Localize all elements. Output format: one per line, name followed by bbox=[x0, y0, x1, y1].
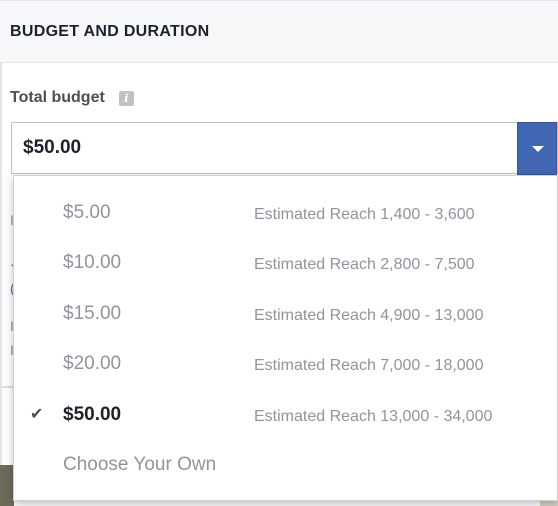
total-budget-label-row: Total budget i bbox=[10, 89, 134, 107]
total-budget-select[interactable]: $50.00 bbox=[11, 122, 558, 175]
checkmark-icon: ✔ bbox=[30, 406, 44, 423]
budget-dropdown-menu: $5.00 Estimated Reach 1,400 - 3,600 $10.… bbox=[13, 175, 558, 501]
background-divider bbox=[0, 386, 14, 388]
budget-option[interactable]: $10.00 Estimated Reach 2,800 - 7,500 bbox=[14, 238, 558, 288]
budget-option[interactable]: $5.00 Estimated Reach 1,400 - 3,600 bbox=[14, 188, 558, 238]
choose-your-own-option[interactable]: Choose Your Own bbox=[14, 440, 558, 490]
budget-option[interactable]: $15.00 Estimated Reach 4,900 - 13,000 bbox=[14, 289, 558, 339]
chevron-down-icon[interactable] bbox=[517, 122, 557, 175]
budget-option[interactable]: $20.00 Estimated Reach 7,000 - 18,000 bbox=[14, 339, 558, 389]
budget-option-price: $5.00 bbox=[63, 202, 111, 223]
choose-your-own-label: Choose Your Own bbox=[63, 454, 217, 475]
left-border bbox=[0, 0, 2, 506]
background-image-fragment bbox=[0, 465, 14, 506]
budget-option-reach: Estimated Reach 13,000 - 34,000 bbox=[254, 408, 493, 425]
budget-option-price: $50.00 bbox=[63, 404, 122, 425]
budget-option-price: $20.00 bbox=[63, 353, 122, 374]
budget-option-selected[interactable]: ✔ $50.00 Estimated Reach 13,000 - 34,000 bbox=[14, 390, 558, 440]
budget-option-reach: Estimated Reach 4,900 - 13,000 bbox=[254, 307, 484, 324]
section-header: BUDGET AND DURATION bbox=[0, 0, 558, 63]
budget-option-reach: Estimated Reach 1,400 - 3,600 bbox=[254, 206, 475, 223]
budget-option-price: $10.00 bbox=[63, 252, 122, 273]
total-budget-label: Total budget bbox=[10, 89, 105, 106]
budget-option-reach: Estimated Reach 2,800 - 7,500 bbox=[254, 256, 475, 273]
info-icon[interactable]: i bbox=[118, 90, 134, 106]
selected-budget-value: $50.00 bbox=[23, 137, 82, 158]
budget-option-reach: Estimated Reach 7,000 - 18,000 bbox=[254, 357, 484, 374]
budget-option-price: $15.00 bbox=[63, 303, 122, 324]
section-title: BUDGET AND DURATION bbox=[10, 23, 210, 40]
